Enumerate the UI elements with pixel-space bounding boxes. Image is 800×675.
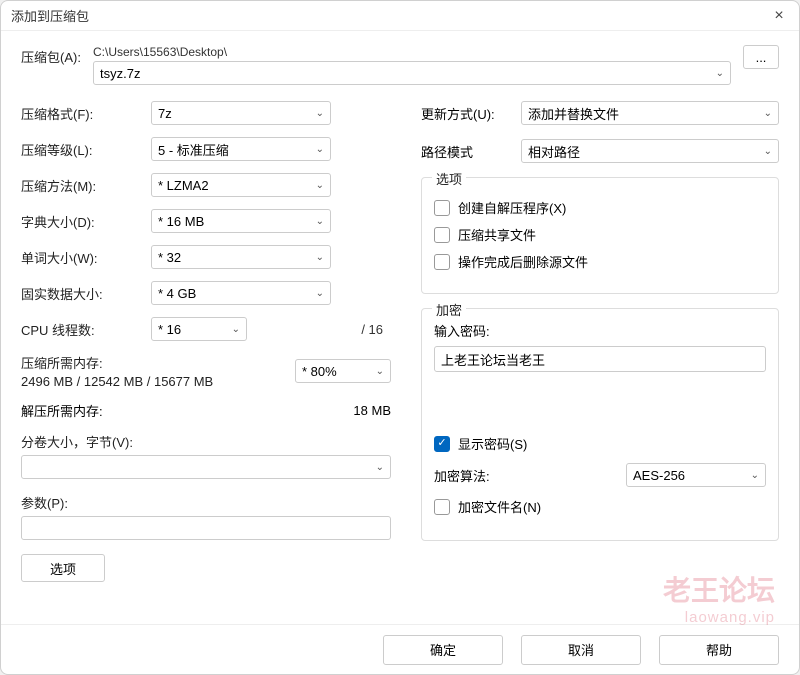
- right-column: 更新方式(U): 添加并替换文件 ⌄ 路径模式 相对路径 ⌄ 选项: [421, 101, 779, 582]
- mem-pct-select[interactable]: * 80% ⌄: [295, 359, 391, 383]
- format-label: 压缩格式(F):: [21, 104, 151, 123]
- shared-checkbox-label: 压缩共享文件: [458, 225, 536, 244]
- volumes-label: 分卷大小，字节(V):: [21, 432, 391, 451]
- options-button[interactable]: 选项: [21, 554, 105, 582]
- mem-decompress-value: 18 MB: [331, 403, 391, 418]
- encrypt-names-label: 加密文件名(N): [458, 497, 541, 516]
- options-fieldset: 选项 创建自解压程序(X) 压缩共享文件 操作完成后删除源文件: [421, 177, 779, 294]
- enc-method-select[interactable]: AES-256 ⌄: [626, 463, 766, 487]
- chevron-down-icon: ⌄: [764, 146, 772, 157]
- update-select[interactable]: 添加并替换文件 ⌄: [521, 101, 779, 125]
- chevron-down-icon: ⌄: [716, 68, 724, 79]
- archive-filename-combo[interactable]: tsyz.7z ⌄: [93, 61, 731, 85]
- close-icon[interactable]: ×: [769, 7, 789, 25]
- word-select[interactable]: * 32 ⌄: [151, 245, 331, 269]
- browse-button[interactable]: ...: [743, 45, 779, 69]
- password-input[interactable]: 上老王论坛当老王: [434, 346, 766, 372]
- update-label: 更新方式(U):: [421, 104, 521, 123]
- format-select[interactable]: 7z ⌄: [151, 101, 331, 125]
- mem-decompress-label: 解压所需内存:: [21, 401, 331, 420]
- dialog-window: 添加到压缩包 × 压缩包(A): C:\Users\15563\Desktop\…: [0, 0, 800, 675]
- solid-label: 固实数据大小:: [21, 284, 151, 303]
- level-select[interactable]: 5 - 标准压缩 ⌄: [151, 137, 331, 161]
- content-area: 压缩包(A): C:\Users\15563\Desktop\ tsyz.7z …: [1, 31, 799, 624]
- mem-compress-label: 压缩所需内存:: [21, 353, 295, 372]
- level-label: 压缩等级(L):: [21, 140, 151, 159]
- shared-checkbox[interactable]: [434, 227, 450, 243]
- delete-checkbox[interactable]: [434, 254, 450, 270]
- chevron-down-icon: ⌄: [376, 366, 384, 377]
- archive-filename-value: tsyz.7z: [100, 66, 140, 81]
- chevron-down-icon: ⌄: [316, 108, 324, 119]
- dict-label: 字典大小(D):: [21, 212, 151, 231]
- window-title: 添加到压缩包: [11, 6, 769, 25]
- pathmode-select[interactable]: 相对路径 ⌄: [521, 139, 779, 163]
- dict-select[interactable]: * 16 MB ⌄: [151, 209, 331, 233]
- pathmode-label: 路径模式: [421, 142, 521, 161]
- chevron-down-icon: ⌄: [376, 462, 384, 473]
- delete-checkbox-label: 操作完成后删除源文件: [458, 252, 588, 271]
- encrypt-names-checkbox[interactable]: [434, 499, 450, 515]
- chevron-down-icon: ⌄: [316, 216, 324, 227]
- method-select[interactable]: * LZMA2 ⌄: [151, 173, 331, 197]
- options-legend: 选项: [432, 169, 466, 188]
- archive-folder-path: C:\Users\15563\Desktop\: [93, 45, 731, 59]
- threads-label: CPU 线程数:: [21, 320, 151, 339]
- chevron-down-icon: ⌄: [232, 324, 240, 335]
- method-label: 压缩方法(M):: [21, 176, 151, 195]
- enc-method-label: 加密算法:: [434, 466, 626, 485]
- chevron-down-icon: ⌄: [316, 252, 324, 263]
- params-label: 参数(P):: [21, 493, 391, 512]
- threads-select[interactable]: * 16 ⌄: [151, 317, 247, 341]
- show-password-label: 显示密码(S): [458, 434, 527, 453]
- solid-select[interactable]: * 4 GB ⌄: [151, 281, 331, 305]
- mem-compress-value: 2496 MB / 12542 MB / 15677 MB: [21, 374, 295, 389]
- main-columns: 压缩格式(F): 7z ⌄ 压缩等级(L): 5 - 标准压缩 ⌄ 压缩方法(M…: [21, 101, 779, 582]
- archive-label: 压缩包(A):: [21, 45, 93, 66]
- ok-button[interactable]: 确定: [383, 635, 503, 665]
- help-button[interactable]: 帮助: [659, 635, 779, 665]
- archive-path-row: 压缩包(A): C:\Users\15563\Desktop\ tsyz.7z …: [21, 45, 779, 85]
- password-label: 输入密码:: [434, 321, 766, 340]
- encrypt-legend: 加密: [432, 300, 466, 319]
- dialog-footer: 确定 取消 帮助: [1, 624, 799, 674]
- left-column: 压缩格式(F): 7z ⌄ 压缩等级(L): 5 - 标准压缩 ⌄ 压缩方法(M…: [21, 101, 391, 582]
- chevron-down-icon: ⌄: [316, 180, 324, 191]
- volumes-combo[interactable]: ⌄: [21, 455, 391, 479]
- cancel-button[interactable]: 取消: [521, 635, 641, 665]
- params-input[interactable]: [21, 516, 391, 540]
- chevron-down-icon: ⌄: [764, 108, 772, 119]
- chevron-down-icon: ⌄: [316, 144, 324, 155]
- chevron-down-icon: ⌄: [316, 288, 324, 299]
- chevron-down-icon: ⌄: [751, 470, 759, 481]
- encrypt-fieldset: 加密 输入密码: 上老王论坛当老王 显示密码(S) 加密算法: AES-256: [421, 308, 779, 541]
- threads-total: / 16: [361, 322, 391, 337]
- show-password-checkbox[interactable]: [434, 436, 450, 452]
- word-label: 单词大小(W):: [21, 248, 151, 267]
- titlebar: 添加到压缩包 ×: [1, 1, 799, 31]
- sfx-checkbox-label: 创建自解压程序(X): [458, 198, 566, 217]
- sfx-checkbox[interactable]: [434, 200, 450, 216]
